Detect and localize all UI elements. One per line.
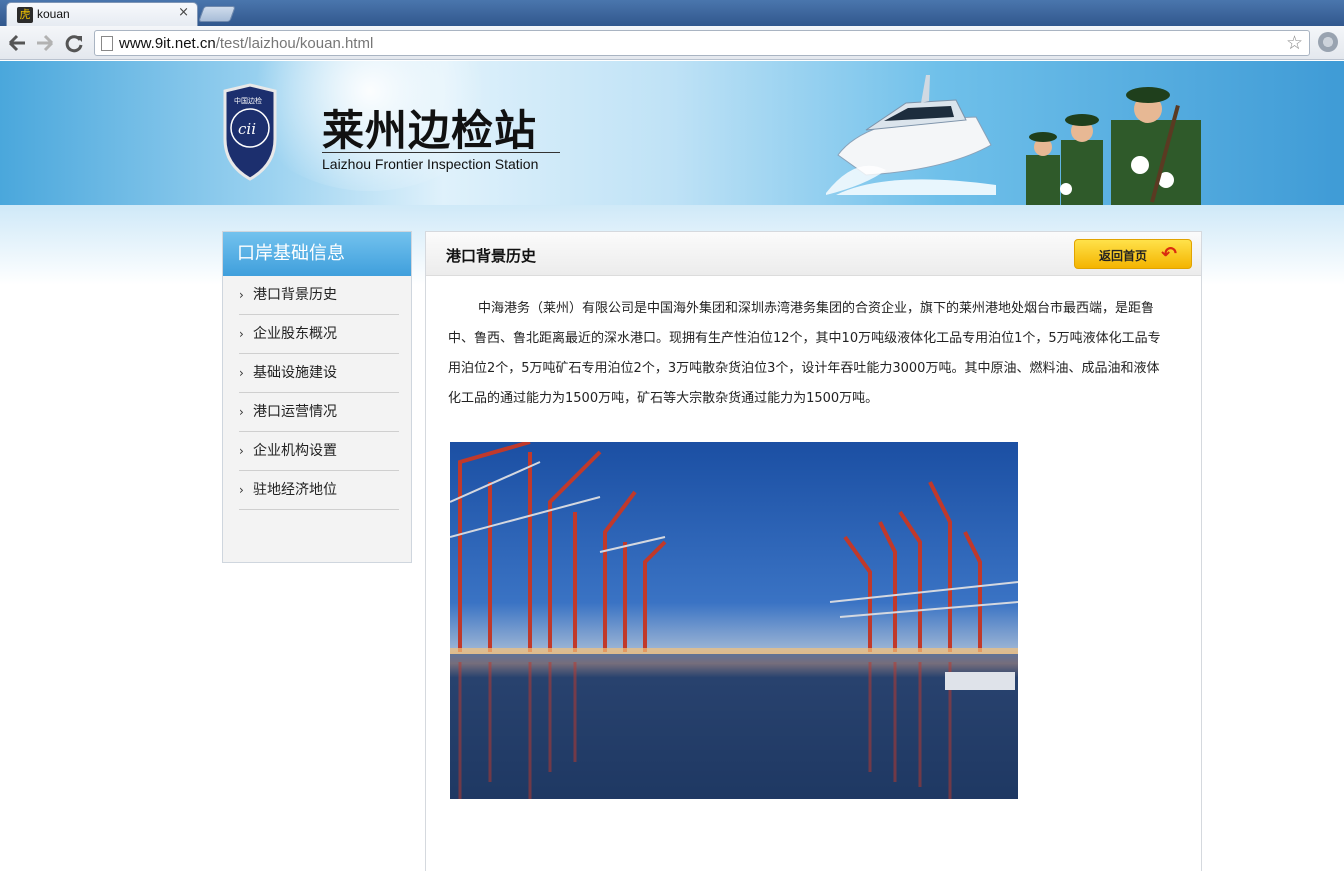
chevron-right-icon: › xyxy=(239,405,244,419)
emblem-logo: cii 中国边检 xyxy=(223,83,277,181)
address-bar[interactable]: www.9it.net.cn/test/laizhou/kouan.html ☆ xyxy=(94,30,1310,56)
chevron-right-icon: › xyxy=(239,288,244,302)
svg-text:中国边检: 中国边检 xyxy=(234,96,262,105)
page-icon xyxy=(101,36,113,51)
content-header: 港口背景历史 返回首页 ↶ xyxy=(426,232,1201,276)
sidebar-item-shareholders[interactable]: › 企业股东概况 xyxy=(239,315,399,354)
sidebar-menu: › 港口背景历史 › 企业股东概况 › 基础设施建设 › 港口运营情况 › 企业机构设置 … xyxy=(223,276,411,510)
site-title-en: Laizhou Frontier Inspection Station xyxy=(322,156,539,172)
sidebar-item-economic-status[interactable]: › 驻地经济地位 xyxy=(239,471,399,510)
sidebar-item-label: 企业股东概况 xyxy=(253,326,337,342)
back-home-button[interactable]: 返回首页 ↶ xyxy=(1074,239,1192,269)
site-title-cn: 莱州边检站 xyxy=(322,106,538,155)
url-path: /test/laizhou/kouan.html xyxy=(215,35,374,52)
reload-icon[interactable] xyxy=(63,32,85,54)
new-tab-button[interactable] xyxy=(198,6,236,22)
sidebar-item-label: 港口运营情况 xyxy=(253,404,337,420)
tab-strip: 虎 kouan × xyxy=(0,0,1344,26)
favicon-icon: 虎 xyxy=(17,7,33,23)
boat-image xyxy=(826,75,996,195)
sidebar-item-infrastructure[interactable]: › 基础设施建设 xyxy=(239,354,399,393)
sidebar-item-organization[interactable]: › 企业机构设置 xyxy=(239,432,399,471)
sidebar-item-operations[interactable]: › 港口运营情况 xyxy=(239,393,399,432)
browser-tab[interactable]: 虎 kouan × xyxy=(6,2,198,26)
tab-close-icon[interactable]: × xyxy=(178,5,189,20)
chevron-right-icon: › xyxy=(239,327,244,341)
sidebar-item-label: 基础设施建设 xyxy=(253,365,337,381)
soldiers-image xyxy=(1026,87,1201,205)
chevron-right-icon: › xyxy=(239,366,244,380)
sidebar-heading: 口岸基础信息 xyxy=(223,232,411,276)
url-host: www.9it.net.cn xyxy=(119,35,216,52)
svg-text:cii: cii xyxy=(238,120,256,138)
return-arrow-icon: ↶ xyxy=(1161,243,1177,265)
browser-toolbar: www.9it.net.cn/test/laizhou/kouan.html ☆ xyxy=(0,26,1344,60)
web-page: cii 中国边检 莱州边检站 Laizhou Frontier Inspecti… xyxy=(0,61,1344,871)
forward-icon[interactable] xyxy=(34,32,56,54)
chevron-right-icon: › xyxy=(239,444,244,458)
chevron-right-icon: › xyxy=(239,483,244,497)
title-divider xyxy=(322,152,560,153)
back-icon[interactable] xyxy=(6,32,28,54)
bookmark-star-icon[interactable]: ☆ xyxy=(1286,32,1303,54)
sidebar-item-label: 企业机构设置 xyxy=(253,443,337,459)
sidebar-item-label: 港口背景历史 xyxy=(253,287,337,303)
back-home-label: 返回首页 xyxy=(1099,249,1148,263)
settings-icon[interactable] xyxy=(1318,32,1338,52)
port-photo xyxy=(450,442,1018,799)
tab-title: kouan xyxy=(37,7,70,21)
content-panel: 港口背景历史 返回首页 ↶ 中海港务（莱州）有限公司是中国海外集团和深圳赤湾港务… xyxy=(425,231,1202,871)
sidebar-item-port-history[interactable]: › 港口背景历史 xyxy=(239,276,399,315)
url-text[interactable]: www.9it.net.cn/test/laizhou/kouan.html xyxy=(119,35,373,52)
article-text: 中海港务（莱州）有限公司是中国海外集团和深圳赤湾港务集团的合资企业，旗下的莱州港… xyxy=(448,301,1161,406)
content-title: 港口背景历史 xyxy=(446,247,537,265)
site-banner: cii 中国边检 莱州边检站 Laizhou Frontier Inspecti… xyxy=(0,61,1344,205)
sidebar: 口岸基础信息 › 港口背景历史 › 企业股东概况 › 基础设施建设 › 港口运营情况 ›… xyxy=(222,231,412,563)
sidebar-item-label: 驻地经济地位 xyxy=(253,482,337,498)
